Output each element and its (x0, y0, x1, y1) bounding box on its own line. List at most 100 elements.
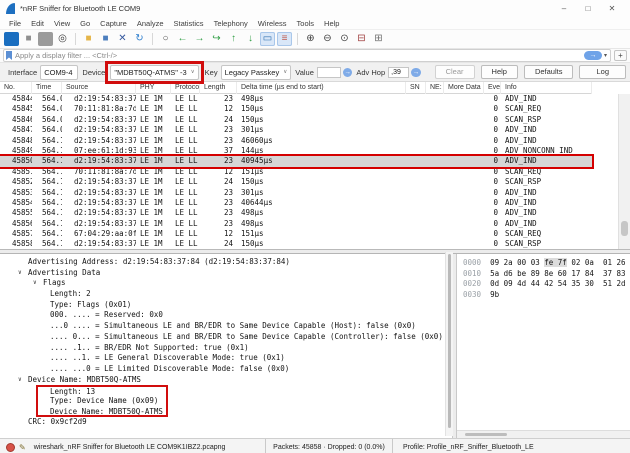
packet-row[interactable]: 45847 564.057 d2:19:54:83:37:84 LE 1M LE… (0, 125, 592, 135)
detail-line[interactable]: .... 0... = Simultaneous LE and BR/EDR t… (0, 332, 452, 343)
detail-line[interactable]: Length: 2 (0, 289, 452, 300)
detail-line[interactable]: ∨Device Name: MDBT50Q-ATMS (0, 375, 452, 386)
packet-row[interactable]: 45854 564.188 d2:19:54:83:37:84 LE 1M LE… (0, 198, 592, 208)
filter-expression-caret-icon[interactable]: ▾ (604, 52, 607, 59)
go-bottom-icon[interactable]: ↓ (243, 32, 258, 46)
layout-icon[interactable]: ⊞ (371, 32, 386, 46)
detail-line[interactable]: .... .1.. = BR/EDR Not Supported: true (… (0, 343, 452, 354)
go-forward-icon[interactable]: → (192, 32, 207, 46)
hex-row[interactable]: 00309b (457, 290, 630, 301)
detail-line[interactable]: 000. .... = Reserved: 0x0 (0, 310, 452, 321)
clear-button[interactable]: Clear (435, 65, 475, 79)
tree-expand-icon[interactable] (40, 407, 50, 416)
capture-comment-icon[interactable]: ✎ (19, 443, 26, 452)
profile-status[interactable]: Profile: Profile_nRF_Sniffer_Bluetooth_L… (392, 439, 630, 453)
key-select[interactable]: Legacy Passkey∨ (221, 65, 292, 80)
column-header[interactable]: More Data (444, 82, 484, 94)
tree-expand-icon[interactable] (40, 300, 50, 311)
packet-row[interactable]: 45846 564.057 d2:19:54:83:37:84 LE 1M LE… (0, 115, 592, 125)
capture-options-icon[interactable]: ◎ (55, 32, 70, 46)
toolbar-icon[interactable] (75, 33, 76, 45)
restart-capture-icon[interactable] (38, 32, 53, 46)
packet-row[interactable]: 45848 564.104 d2:19:54:83:37:84 LE 1M LE… (0, 136, 592, 146)
device-select[interactable]: "MDBT50Q-ATMS" -3∨ (110, 65, 198, 80)
scrollbar-thumb[interactable] (621, 221, 628, 236)
menu-item[interactable]: View (49, 19, 75, 28)
colorize-icon[interactable]: ≡ (277, 32, 292, 46)
column-header[interactable]: NE: (426, 82, 444, 94)
detail-line[interactable]: ∨Flags (0, 278, 452, 289)
stop-capture-icon[interactable]: ■ (21, 32, 36, 46)
detail-line[interactable]: .... ...0 = LE Limited Discoverable Mode… (0, 364, 452, 375)
close-file-icon[interactable]: ✕ (115, 32, 130, 46)
packet-row[interactable]: 45850 564.145 d2:19:54:83:37:84 LE 1M LE… (0, 156, 592, 166)
save-file-icon[interactable]: ■ (98, 32, 113, 46)
packet-row[interactable]: 45844 564.056 d2:19:54:83:37:84 LE 1M LE… (0, 94, 592, 104)
detail-line[interactable]: CRC: 0x9cf2d9 (0, 417, 452, 428)
column-header[interactable]: No. (0, 82, 32, 94)
expert-info-icon[interactable] (6, 443, 15, 452)
packet-row[interactable]: 45857 564.190 67:04:29:aa:0f:cd LE 1M LE… (0, 229, 592, 239)
tree-expand-icon[interactable] (40, 343, 50, 354)
packet-row[interactable]: 45851 564.146 70:11:81:8a:7d:57 LE 1M LE… (0, 167, 592, 177)
advhop-apply-button[interactable]: → (411, 68, 420, 77)
packet-row[interactable]: 45858 564.190 d2:19:54:83:37:84 LE 1M LE… (0, 239, 592, 249)
minimize-button[interactable]: – (552, 4, 576, 13)
detail-line[interactable]: Advertising Address: d2:19:54:83:37:84 (… (0, 257, 452, 268)
help-button[interactable]: Help (481, 65, 518, 79)
packet-row[interactable]: 45849 564.104 07:ee:61:1d:93:d2 LE 1M LE… (0, 146, 592, 156)
go-back-icon[interactable]: ← (175, 32, 190, 46)
tree-expand-icon[interactable] (40, 289, 50, 300)
menu-item[interactable]: Edit (26, 19, 49, 28)
log-button[interactable]: Log (579, 65, 626, 79)
menu-item[interactable]: Capture (95, 19, 132, 28)
maximize-button[interactable]: □ (576, 4, 600, 13)
tree-expand-icon[interactable] (40, 332, 50, 343)
tree-expand-icon[interactable]: ∨ (33, 278, 43, 289)
scrollbar-thumb[interactable] (465, 433, 507, 436)
tree-expand-icon[interactable] (40, 310, 50, 321)
bookmark-icon[interactable] (6, 51, 12, 60)
menu-item[interactable]: Statistics (169, 19, 209, 28)
toolbar-icon[interactable] (152, 33, 153, 45)
column-header[interactable]: PHY (136, 82, 171, 94)
packet-row[interactable]: 45853 564.147 d2:19:54:83:37:84 LE 1M LE… (0, 188, 592, 198)
value-apply-button[interactable]: → (343, 68, 352, 77)
tree-expand-icon[interactable] (18, 417, 28, 428)
value-input[interactable] (317, 67, 341, 78)
hex-scrollbar[interactable] (457, 430, 630, 438)
column-header[interactable]: SN (406, 82, 426, 94)
start-capture-icon[interactable] (4, 32, 19, 46)
autoscroll-icon[interactable]: ▭ (260, 32, 275, 46)
tree-expand-icon[interactable] (40, 396, 50, 407)
toolbar-icon[interactable] (297, 33, 298, 45)
column-header[interactable]: Length (200, 82, 237, 94)
packet-row[interactable]: 45845 564.057 70:11:81:8a:7d:57 LE 1M LE… (0, 104, 592, 114)
tree-expand-icon[interactable]: ∨ (18, 375, 28, 386)
detail-line[interactable]: Length: 13 (36, 385, 168, 396)
detail-line[interactable]: Type: Device Name (0x09) (36, 396, 168, 407)
go-to-packet-icon[interactable]: ↪ (209, 32, 224, 46)
close-button[interactable]: ✕ (600, 4, 624, 13)
apply-filter-button[interactable]: → (584, 51, 602, 60)
tree-expand-icon[interactable] (18, 257, 28, 268)
interface-select[interactable]: COM9-4∨ (40, 65, 78, 80)
packet-row[interactable]: 45855 564.188 d2:19:54:83:37:84 LE 1M LE… (0, 208, 592, 218)
menu-item[interactable]: Help (319, 19, 344, 28)
menu-item[interactable]: Analyze (132, 19, 169, 28)
menu-item[interactable]: Telephony (209, 19, 253, 28)
detail-line[interactable]: Device Name: MDBT50Q-ATMS (36, 407, 168, 418)
detail-line[interactable]: ...0 .... = Simultaneous LE and BR/EDR t… (0, 321, 452, 332)
detail-scrollbar[interactable] (445, 252, 453, 436)
tree-expand-icon[interactable] (40, 353, 50, 364)
tree-expand-icon[interactable] (40, 364, 50, 375)
column-header[interactable]: Source (62, 82, 136, 94)
go-top-icon[interactable]: ↑ (226, 32, 241, 46)
zoom-reset-icon[interactable]: ⊙ (337, 32, 352, 46)
detail-line[interactable]: .... ..1. = LE General Discoverable Mode… (0, 353, 452, 364)
display-filter-input[interactable] (15, 51, 582, 61)
open-file-icon[interactable]: ■ (81, 32, 96, 46)
zoom-out-icon[interactable]: ⊖ (320, 32, 335, 46)
detail-line[interactable]: ∨Advertising Data (0, 268, 452, 279)
column-header[interactable]: Protoco (171, 82, 200, 94)
